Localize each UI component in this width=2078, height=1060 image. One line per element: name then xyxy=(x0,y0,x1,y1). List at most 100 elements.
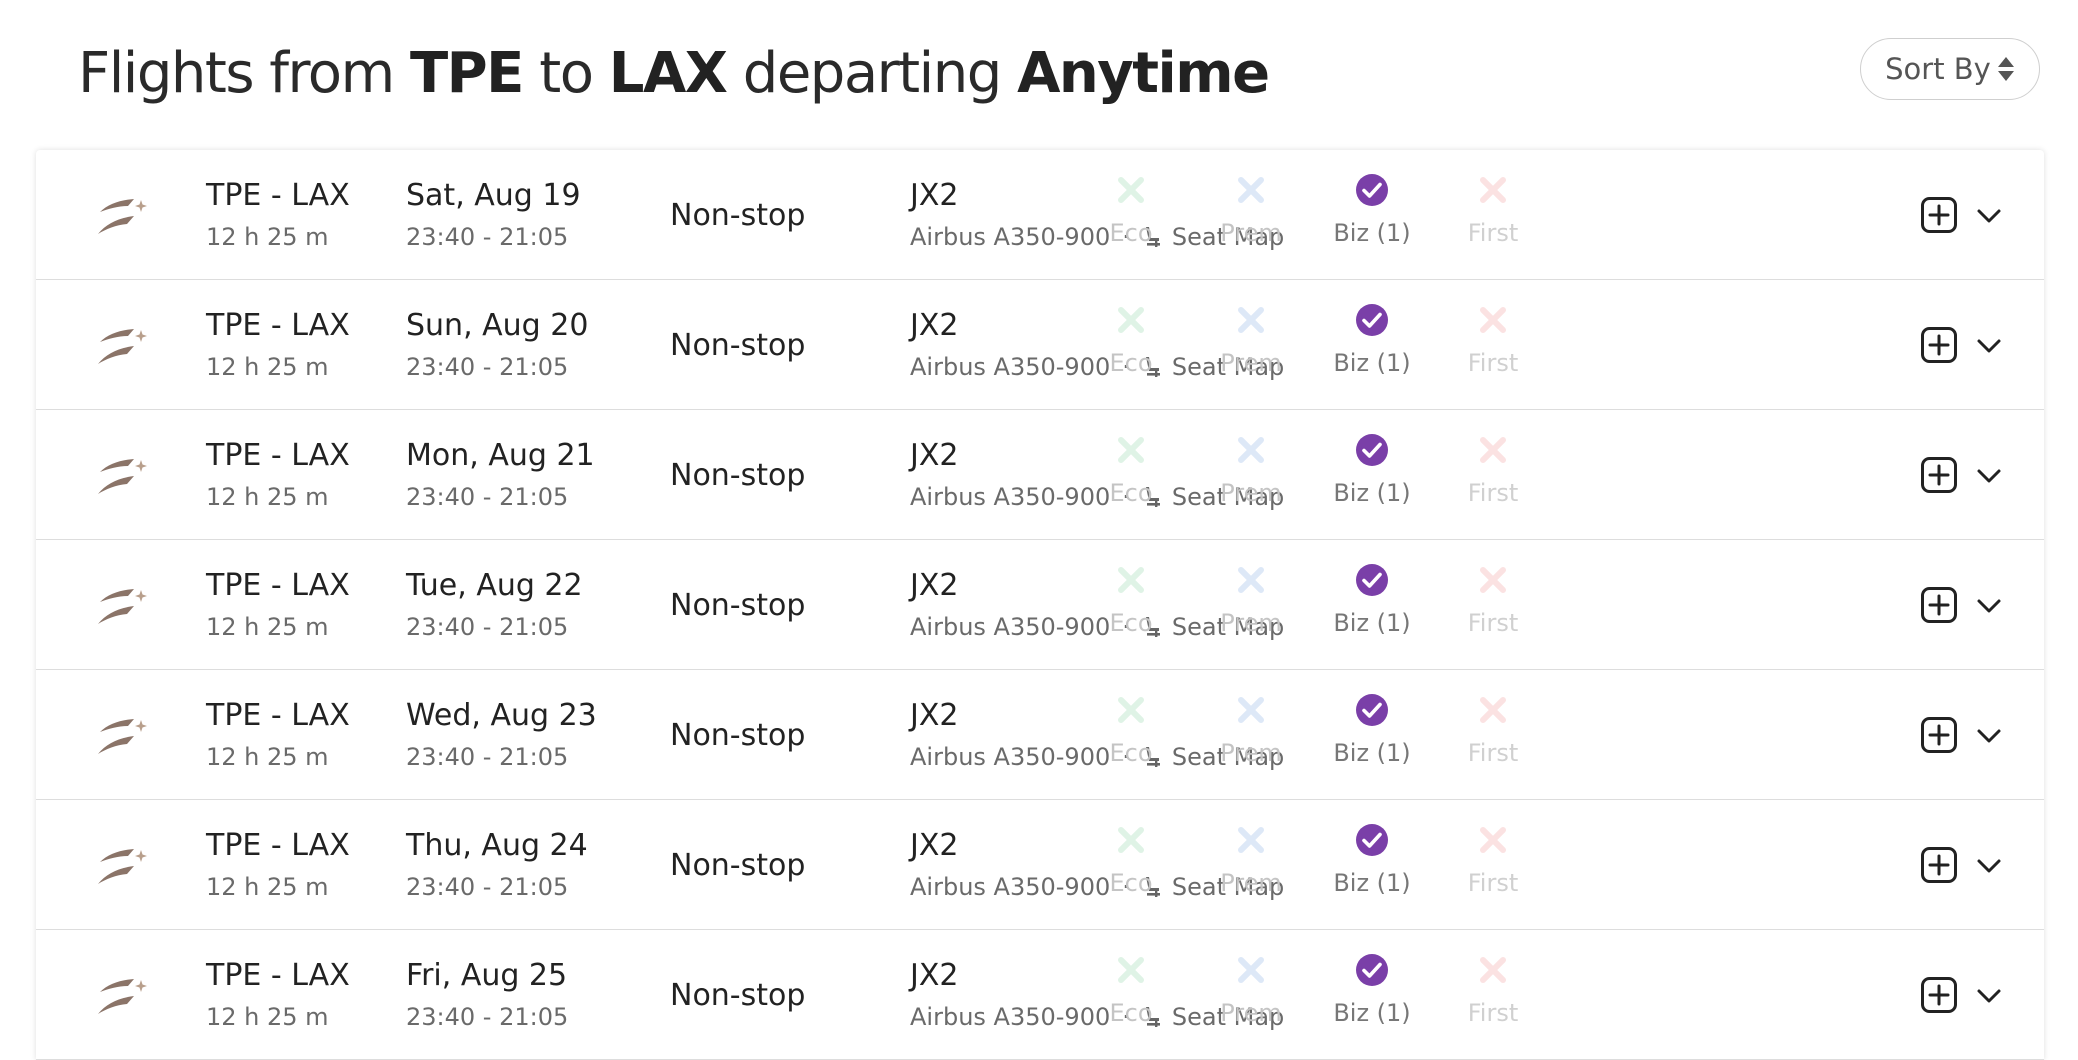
flight-row[interactable]: TPE - LAX 12 h 25 m Wed, Aug 23 23:40 - … xyxy=(36,670,2044,800)
cabin-eco-label: Eco xyxy=(1109,219,1153,247)
add-button[interactable] xyxy=(1920,326,1958,364)
cabin-prem: Prem xyxy=(1206,952,1296,1028)
x-icon xyxy=(1118,697,1144,723)
x-icon xyxy=(1238,827,1264,853)
sort-by-label: Sort By xyxy=(1885,52,1991,86)
chevron-down-icon xyxy=(1977,209,2001,223)
route-cell: TPE - LAX 12 h 25 m xyxy=(206,956,350,1034)
flight-times: 23:40 - 21:05 xyxy=(406,483,569,511)
title-prefix: Flights from xyxy=(78,40,395,106)
sort-by-button[interactable]: Sort By xyxy=(1860,38,2040,100)
flight-row[interactable]: TPE - LAX 12 h 25 m Sun, Aug 20 23:40 - … xyxy=(36,280,2044,410)
airline-logo-icon xyxy=(98,459,147,494)
add-button[interactable] xyxy=(1920,716,1958,754)
cabin-prem-label: Prem xyxy=(1220,349,1282,377)
cabin-first: First xyxy=(1448,172,1538,248)
cabin-biz[interactable]: Biz (1) xyxy=(1327,822,1417,898)
cabin-prem: Prem xyxy=(1206,432,1296,508)
chevron-down-icon xyxy=(1977,469,2001,483)
cabin-first: First xyxy=(1448,302,1538,378)
title-to: to xyxy=(539,40,594,106)
expand-button[interactable] xyxy=(1973,460,2005,492)
cabin-first: First xyxy=(1448,822,1538,898)
flight-row[interactable]: TPE - LAX 12 h 25 m Tue, Aug 22 23:40 - … xyxy=(36,540,2044,670)
add-button[interactable] xyxy=(1920,586,1958,624)
check-circle-icon xyxy=(1356,564,1388,596)
cabin-biz-label: Biz (1) xyxy=(1333,609,1411,637)
expand-button[interactable] xyxy=(1973,850,2005,882)
expand-button[interactable] xyxy=(1973,720,2005,752)
aircraft-type: Airbus A350-900 xyxy=(910,223,1111,251)
cabin-biz[interactable]: Biz (1) xyxy=(1327,692,1417,768)
cabin-biz[interactable]: Biz (1) xyxy=(1327,432,1417,508)
cabin-first: First xyxy=(1448,952,1538,1028)
flight-row[interactable]: TPE - LAX 12 h 25 m Thu, Aug 24 23:40 - … xyxy=(36,800,2044,930)
x-icon xyxy=(1238,697,1264,723)
cabin-eco-label: Eco xyxy=(1109,999,1153,1027)
chevron-down-icon xyxy=(1977,339,2001,353)
aircraft-type: Airbus A350-900 xyxy=(910,483,1111,511)
departure-date: Fri, Aug 25 xyxy=(406,958,568,993)
add-button[interactable] xyxy=(1920,976,1958,1014)
expand-button[interactable] xyxy=(1973,200,2005,232)
cabin-first: First xyxy=(1448,562,1538,638)
cabin-eco: Eco xyxy=(1086,822,1176,898)
route-label: TPE - LAX xyxy=(206,828,350,863)
cabin-prem: Prem xyxy=(1206,562,1296,638)
route-cell: TPE - LAX 12 h 25 m xyxy=(206,696,350,774)
cabin-biz-label: Biz (1) xyxy=(1333,349,1411,377)
route-label: TPE - LAX xyxy=(206,698,350,733)
route-cell: TPE - LAX 12 h 25 m xyxy=(206,306,350,384)
airline-logo-icon xyxy=(98,719,147,754)
check-circle-icon xyxy=(1356,304,1388,336)
date-cell: Sat, Aug 19 23:40 - 21:05 xyxy=(406,176,581,254)
add-button[interactable] xyxy=(1920,456,1958,494)
cabin-biz[interactable]: Biz (1) xyxy=(1327,952,1417,1028)
stops-label: Non-stop xyxy=(670,717,806,753)
x-icon xyxy=(1238,307,1264,333)
cabin-prem: Prem xyxy=(1206,302,1296,378)
check-circle-icon xyxy=(1356,954,1388,986)
expand-button[interactable] xyxy=(1973,980,2005,1012)
departure-date: Sun, Aug 20 xyxy=(406,308,589,343)
add-button[interactable] xyxy=(1920,196,1958,234)
sort-icon xyxy=(1997,54,2015,84)
cabin-prem-label: Prem xyxy=(1220,609,1282,637)
flight-row[interactable]: TPE - LAX 12 h 25 m Sat, Aug 19 23:40 - … xyxy=(36,150,2044,280)
departure-date: Sat, Aug 19 xyxy=(406,178,581,213)
cabin-biz-label: Biz (1) xyxy=(1333,739,1411,767)
cabin-biz-label: Biz (1) xyxy=(1333,999,1411,1027)
chevron-down-icon xyxy=(1977,989,2001,1003)
expand-button[interactable] xyxy=(1973,590,2005,622)
x-icon xyxy=(1480,177,1506,203)
date-cell: Mon, Aug 21 23:40 - 21:05 xyxy=(406,436,595,514)
cabin-biz[interactable]: Biz (1) xyxy=(1327,172,1417,248)
x-icon xyxy=(1118,567,1144,593)
cabin-first-label: First xyxy=(1467,479,1519,507)
stops-label: Non-stop xyxy=(670,977,806,1013)
flight-times: 23:40 - 21:05 xyxy=(406,743,569,771)
cabin-prem: Prem xyxy=(1206,692,1296,768)
chevron-down-icon xyxy=(1977,599,2001,613)
airline-logo-icon xyxy=(98,199,147,234)
flight-duration: 12 h 25 m xyxy=(206,483,329,511)
stops-label: Non-stop xyxy=(670,327,806,363)
date-cell: Fri, Aug 25 23:40 - 21:05 xyxy=(406,956,568,1034)
cabin-prem: Prem xyxy=(1206,172,1296,248)
cabin-prem-label: Prem xyxy=(1220,739,1282,767)
check-circle-icon xyxy=(1356,694,1388,726)
flight-row[interactable]: TPE - LAX 12 h 25 m Mon, Aug 21 23:40 - … xyxy=(36,410,2044,540)
flight-duration: 12 h 25 m xyxy=(206,873,329,901)
cabin-biz[interactable]: Biz (1) xyxy=(1327,302,1417,378)
cabin-eco: Eco xyxy=(1086,562,1176,638)
cabin-biz[interactable]: Biz (1) xyxy=(1327,562,1417,638)
cabin-prem: Prem xyxy=(1206,822,1296,898)
add-button[interactable] xyxy=(1920,846,1958,884)
x-icon xyxy=(1238,177,1264,203)
flight-results-list: TPE - LAX 12 h 25 m Sat, Aug 19 23:40 - … xyxy=(36,150,2044,1060)
flight-row[interactable]: TPE - LAX 12 h 25 m Fri, Aug 25 23:40 - … xyxy=(36,930,2044,1060)
cabin-eco: Eco xyxy=(1086,302,1176,378)
date-cell: Wed, Aug 23 23:40 - 21:05 xyxy=(406,696,597,774)
route-label: TPE - LAX xyxy=(206,178,350,213)
expand-button[interactable] xyxy=(1973,330,2005,362)
